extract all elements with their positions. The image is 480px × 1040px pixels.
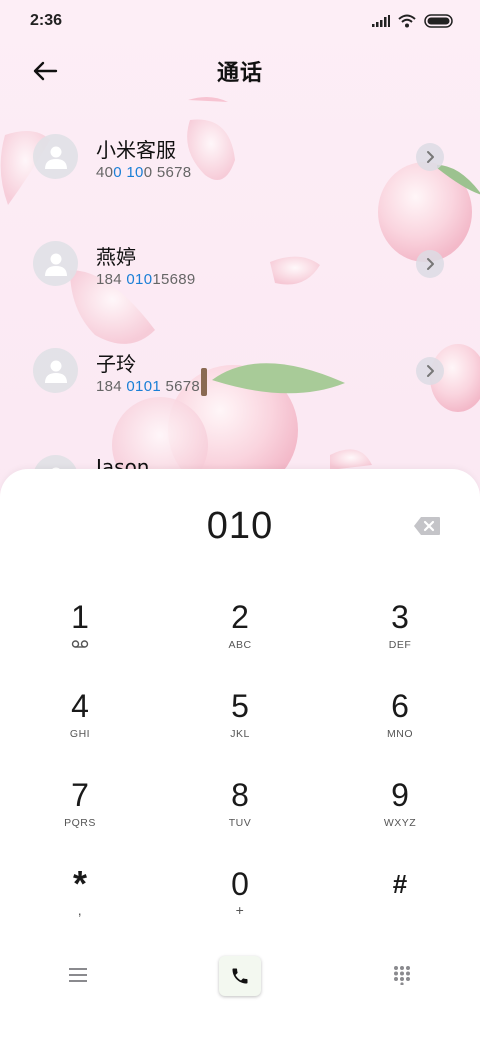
contact-item[interactable]: 燕婷 184 01015689 [0, 227, 480, 307]
chevron-right-icon [427, 365, 434, 377]
dial-key-9[interactable]: 9 WXYZ [340, 777, 460, 857]
keypad-toggle-button[interactable] [388, 961, 416, 989]
contact-number: 184 01015689 [96, 271, 196, 288]
key-letters: GHI [69, 728, 91, 740]
number-part: 0 5678 [143, 164, 192, 181]
avatar [33, 134, 78, 179]
phone-icon [232, 968, 248, 984]
key-digit: 7 [71, 777, 89, 813]
key-letters: DEF [388, 639, 412, 651]
signal-icon [372, 15, 390, 27]
key-letters: WXYZ [383, 817, 417, 829]
contact-detail-button[interactable] [416, 250, 444, 278]
call-button[interactable] [219, 956, 261, 996]
key-letters: PQRS [64, 817, 96, 829]
chevron-right-icon [427, 258, 434, 270]
key-digit: 6 [391, 688, 409, 724]
menu-button[interactable] [64, 961, 92, 989]
dial-key-0[interactable]: 0 + [180, 866, 300, 946]
dial-key-3[interactable]: 3 DEF [340, 599, 460, 679]
wifi-icon [398, 14, 416, 28]
dial-key-star[interactable]: * , [20, 866, 140, 946]
contact-item[interactable]: 子玲 184 0101 5678 [0, 334, 480, 414]
contact-detail-button[interactable] [416, 357, 444, 385]
number-part: 40 [96, 164, 114, 181]
contact-item[interactable]: 小米客服 400 100 5678 [0, 120, 480, 200]
delete-button[interactable] [412, 515, 442, 537]
dial-key-6[interactable]: 6 MNO [340, 688, 460, 768]
menu-icon [69, 968, 87, 982]
dial-key-8[interactable]: 8 TUV [180, 777, 300, 857]
number-part: 184 [96, 271, 127, 288]
back-button[interactable] [28, 56, 62, 86]
dialer-panel: 010 1 2 ABC 3 DEF 4 GHI 5 JKL 6 MNO 7 PQ… [0, 469, 480, 1040]
key-letters: JKL [230, 728, 250, 740]
key-digit: * [72, 863, 87, 904]
number-part: 5678 [160, 378, 201, 395]
status-icons [372, 14, 454, 28]
number-match-highlight: 010 [126, 271, 153, 288]
contact-number: 400 100 5678 [96, 164, 191, 181]
key-digit: 1 [71, 599, 89, 635]
key-letters: MNO [387, 728, 413, 740]
backspace-icon [414, 517, 440, 535]
person-icon [44, 360, 67, 383]
voicemail-icon [71, 640, 89, 648]
key-digit: 9 [391, 777, 409, 813]
key-letters [71, 639, 89, 653]
key-digit: 5 [231, 688, 249, 724]
number-part: 15689 [152, 271, 196, 288]
dialer-bottom-bar [0, 951, 480, 1001]
key-digit: 8 [231, 777, 249, 813]
key-digit: 4 [71, 688, 89, 724]
dial-key-1[interactable]: 1 [20, 599, 140, 679]
app-header: 通话 [0, 48, 480, 94]
key-letters: + [235, 902, 245, 918]
contact-name: 燕婷 [96, 245, 136, 269]
page-title: 通话 [216, 61, 263, 86]
dialed-number-display[interactable]: 010 [0, 505, 480, 548]
status-time: 2:36 [30, 12, 63, 29]
person-icon [44, 146, 67, 169]
number-match-highlight: 0 10 [113, 164, 144, 181]
key-digit: 0 [231, 866, 249, 902]
number-match-highlight: 0101 [126, 378, 161, 395]
dial-key-4[interactable]: 4 GHI [20, 688, 140, 768]
dialpad-icon [394, 966, 410, 985]
key-letters: , [77, 902, 83, 918]
contact-name: 小米客服 [96, 138, 176, 162]
number-part: 184 [96, 378, 127, 395]
avatar [33, 241, 78, 286]
dial-key-5[interactable]: 5 JKL [180, 688, 300, 768]
battery-icon [424, 14, 453, 28]
dial-key-hash[interactable]: # [340, 866, 460, 946]
chevron-right-icon [427, 151, 434, 163]
dial-key-2[interactable]: 2 ABC [180, 599, 300, 679]
key-digit: 2 [231, 599, 249, 635]
contact-name: 子玲 [96, 352, 136, 376]
key-digit: # [392, 869, 408, 899]
contact-number: 184 0101 5678 [96, 378, 200, 395]
contact-detail-button[interactable] [416, 143, 444, 171]
key-letters: TUV [228, 817, 252, 829]
status-bar: 2:36 [0, 0, 480, 42]
dial-key-7[interactable]: 7 PQRS [20, 777, 140, 857]
arrow-left-icon [33, 61, 58, 81]
avatar [33, 348, 78, 393]
key-digit: 3 [391, 599, 409, 635]
key-letters: ABC [228, 639, 252, 651]
person-icon [44, 253, 67, 276]
